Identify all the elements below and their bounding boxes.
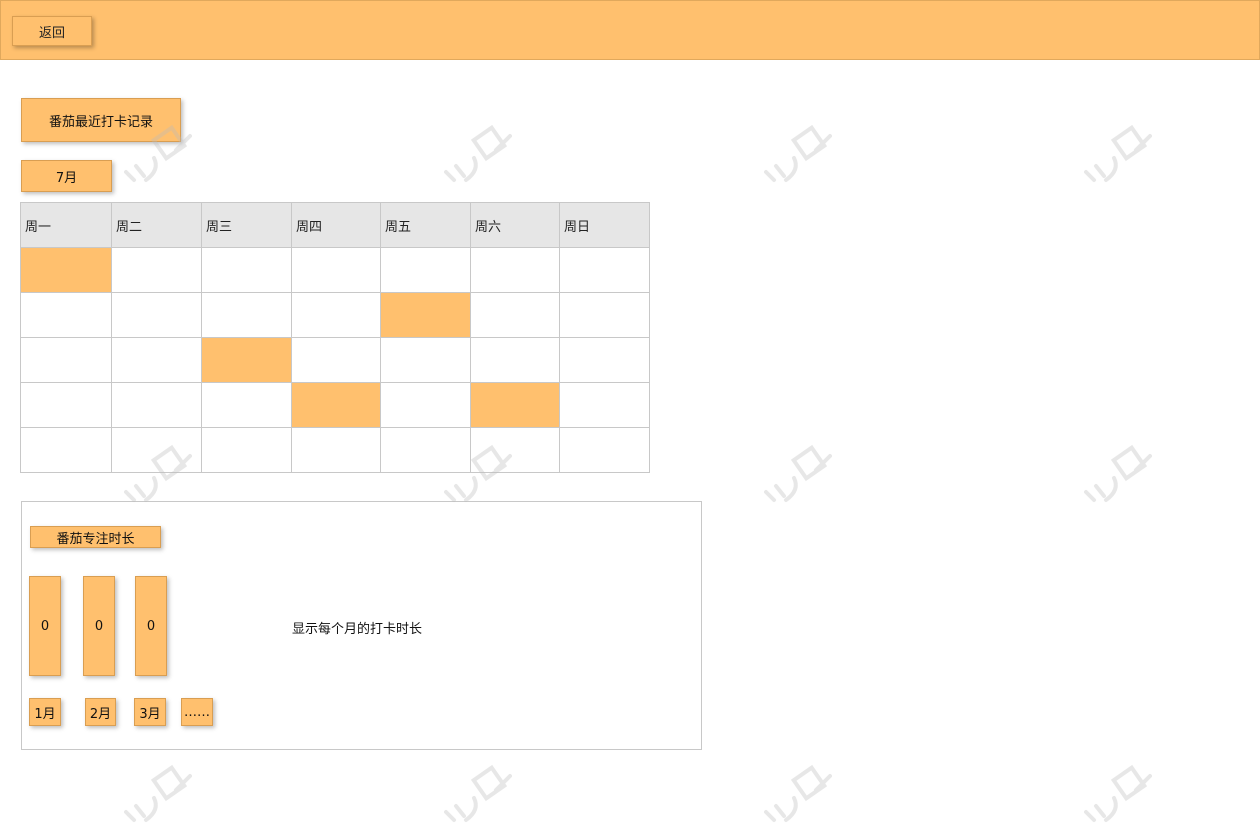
calendar-cell[interactable] [380,427,471,473]
calendar-cell[interactable] [559,337,650,383]
checkin-calendar: 周一 周二 周三 周四 周五 周六 周日 [20,202,650,473]
calendar-cell[interactable] [559,382,650,428]
back-button[interactable]: 返回 [12,16,92,46]
calendar-cell[interactable] [291,337,381,383]
calendar-cell[interactable] [380,247,471,293]
calendar-week-row [20,292,650,338]
month-bar-3[interactable]: 0 [135,576,167,676]
focus-duration-title: 番茄专注时长 [30,526,161,548]
calendar-cell[interactable] [470,427,560,473]
calendar-week-row [20,427,650,473]
month-label-3[interactable]: 3月 [134,698,166,726]
calendar-cell[interactable] [380,337,471,383]
weekday-tue: 周二 [111,202,202,248]
calendar-cell[interactable] [111,247,202,293]
month-bar-2[interactable]: 0 [83,576,115,676]
calendar-cell[interactable] [559,427,650,473]
calendar-cell[interactable] [291,292,381,338]
watermark-logo [440,760,520,830]
calendar-week-row [20,382,650,428]
calendar-cell[interactable] [20,337,112,383]
calendar-cell-checked[interactable] [201,337,292,383]
calendar-cell[interactable] [111,382,202,428]
calendar-cell[interactable] [291,247,381,293]
watermark-logo [120,760,200,830]
weekday-header-row: 周一 周二 周三 周四 周五 周六 周日 [20,202,650,248]
recent-records-button[interactable]: 番茄最近打卡记录 [21,98,181,142]
calendar-cell[interactable] [201,292,292,338]
calendar-cell-checked[interactable] [380,292,471,338]
month-bar-1[interactable]: 0 [29,576,61,676]
calendar-cell[interactable] [20,427,112,473]
calendar-cell[interactable] [470,337,560,383]
watermark-logo [760,440,840,510]
focus-duration-panel: 番茄专注时长 0 0 0 1月 2月 3月 …… 显示每个月的打卡时长 [21,501,702,750]
focus-hint-text: 显示每个月的打卡时长 [292,622,423,637]
watermark-logo [1080,760,1160,830]
month-label-more[interactable]: …… [181,698,213,726]
calendar-cell[interactable] [111,292,202,338]
weekday-thu: 周四 [291,202,381,248]
month-label-2[interactable]: 2月 [85,698,116,726]
calendar-cell[interactable] [201,247,292,293]
watermark-logo [1080,440,1160,510]
calendar-cell-checked[interactable] [20,247,112,293]
calendar-cell[interactable] [111,427,202,473]
month-label-1[interactable]: 1月 [29,698,61,726]
weekday-sun: 周日 [559,202,650,248]
calendar-cell[interactable] [20,382,112,428]
calendar-cell[interactable] [470,292,560,338]
weekday-fri: 周五 [380,202,471,248]
calendar-week-row [20,247,650,293]
weekday-wed: 周三 [201,202,292,248]
calendar-cell[interactable] [291,427,381,473]
month-selector[interactable]: 7月 [21,160,112,192]
watermark-logo [440,120,520,190]
calendar-cell[interactable] [559,292,650,338]
watermark-logo [760,120,840,190]
calendar-week-row [20,337,650,383]
watermark-logo [760,760,840,830]
weekday-sat: 周六 [470,202,560,248]
calendar-cell[interactable] [380,382,471,428]
calendar-cell[interactable] [559,247,650,293]
calendar-cell[interactable] [470,247,560,293]
calendar-cell-checked[interactable] [470,382,560,428]
calendar-cell-checked[interactable] [291,382,381,428]
calendar-cell[interactable] [201,382,292,428]
calendar-cell[interactable] [111,337,202,383]
weekday-mon: 周一 [20,202,112,248]
calendar-cell[interactable] [20,292,112,338]
watermark-logo [1080,120,1160,190]
calendar-cell[interactable] [201,427,292,473]
top-bar: 返回 [0,0,1260,60]
